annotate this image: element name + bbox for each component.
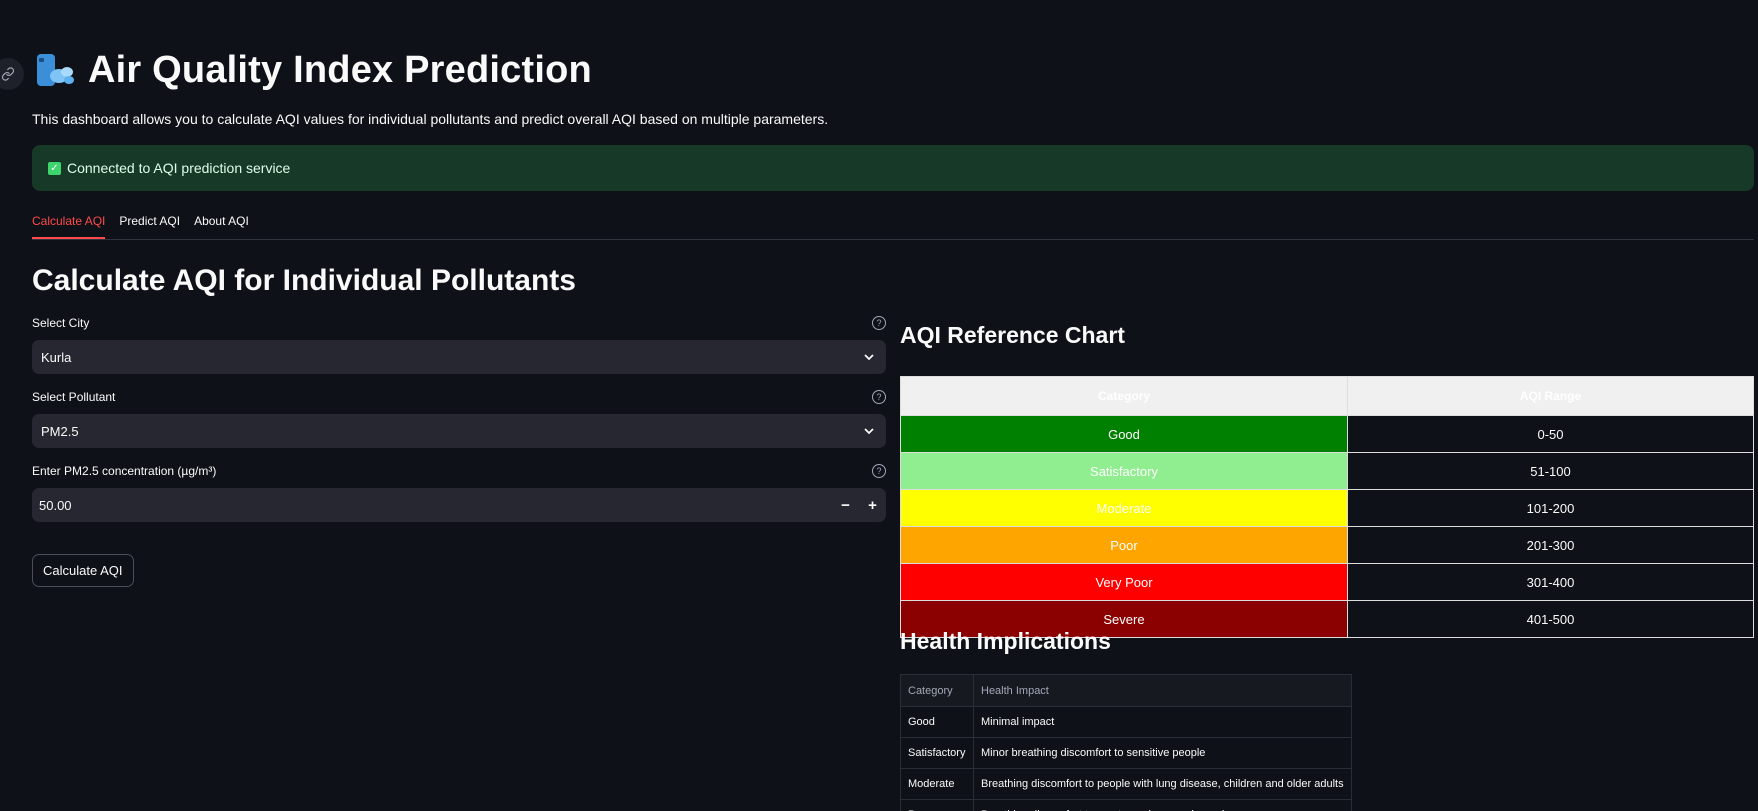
table-row: Moderate 101-200: [900, 489, 1754, 527]
reference-panel: AQI Reference Chart Category AQI Range G…: [900, 316, 1754, 811]
section-title: Calculate AQI for Individual Pollutants: [32, 264, 576, 297]
help-icon[interactable]: ?: [872, 316, 886, 330]
reference-category-cell: Good: [900, 415, 1348, 453]
calculate-aqi-button[interactable]: Calculate AQI: [32, 554, 134, 587]
app-page: Air Quality Index Prediction This dashbo…: [0, 0, 1758, 811]
reference-range-cell: 301-400: [1347, 563, 1754, 601]
health-category-cell: Moderate: [900, 768, 974, 800]
health-impact-cell: Minor breathing discomfort to sensitive …: [973, 737, 1352, 769]
pollutant-select-value: PM2.5: [41, 423, 79, 439]
concentration-value[interactable]: 50.00: [32, 498, 832, 513]
calculator-form: Select City ? Kurla Select Pollutant ? P…: [32, 316, 886, 587]
tab-bar: Calculate AQI Predict AQI About AQI: [32, 209, 1754, 240]
chevron-down-icon: [862, 424, 876, 438]
health-impact-cell: Breathing discomfort to most people on p…: [973, 799, 1352, 811]
table-row: Moderate Breathing discomfort to people w…: [900, 768, 1352, 800]
city-label: Select City ?: [32, 316, 886, 336]
table-row: Satisfactory Minor breathing discomfort t…: [900, 737, 1352, 769]
reference-category-cell: Poor: [900, 526, 1348, 564]
reference-header-category: Category: [900, 376, 1348, 416]
aqi-reference-table: Category AQI Range Good 0-50 Satisfactory 5…: [900, 376, 1754, 638]
health-category-cell: Poor: [900, 799, 974, 811]
pollutant-label-text: Select Pollutant: [32, 390, 116, 404]
health-implications-table: Category Health Impact Good Minimal impac…: [900, 674, 1352, 811]
tab-predict-aqi[interactable]: Predict AQI: [119, 209, 180, 233]
page-header: Air Quality Index Prediction: [32, 48, 592, 92]
reference-range-cell: 201-300: [1347, 526, 1754, 564]
concentration-input[interactable]: 50.00 − +: [32, 488, 886, 522]
health-header-impact: Health Impact: [973, 674, 1352, 707]
health-impact-cell: Breathing discomfort to people with lung…: [973, 768, 1352, 800]
reference-range-cell: 51-100: [1347, 452, 1754, 490]
page-description: This dashboard allows you to calculate A…: [32, 111, 829, 127]
help-icon[interactable]: ?: [872, 390, 886, 404]
city-field: Select City ? Kurla: [32, 316, 886, 374]
reference-category-cell: Very Poor: [900, 563, 1348, 601]
health-title: Health Implications: [900, 628, 1111, 654]
tab-calculate-aqi[interactable]: Calculate AQI: [32, 209, 106, 239]
connection-status-alert: ✓ Connected to AQI prediction service: [32, 145, 1754, 191]
concentration-label: Enter PM2.5 concentration (µg/m³) ?: [32, 464, 886, 484]
reference-range-cell: 401-500: [1347, 600, 1754, 638]
reference-title: AQI Reference Chart: [900, 322, 1125, 348]
tab-about-aqi[interactable]: About AQI: [194, 209, 249, 233]
table-row: Very Poor 301-400: [900, 563, 1754, 601]
increment-button[interactable]: +: [859, 488, 886, 522]
pollutant-select[interactable]: PM2.5: [32, 414, 886, 448]
pollutant-label: Select Pollutant ?: [32, 390, 886, 410]
city-select[interactable]: Kurla: [32, 340, 886, 374]
city-select-value: Kurla: [41, 349, 72, 365]
reference-header-range: AQI Range: [1347, 376, 1754, 416]
table-row: Good 0-50: [900, 415, 1754, 453]
health-category-cell: Satisfactory: [900, 737, 974, 769]
city-label-text: Select City: [32, 316, 90, 330]
decrement-button[interactable]: −: [832, 488, 859, 522]
reference-range-cell: 0-50: [1347, 415, 1754, 453]
table-row: Good Minimal impact: [900, 706, 1352, 738]
concentration-label-text: Enter PM2.5 concentration (µg/m³): [32, 464, 217, 478]
reference-range-cell: 101-200: [1347, 489, 1754, 527]
chevron-down-icon: [862, 350, 876, 364]
reference-category-cell: Moderate: [900, 489, 1348, 527]
pollutant-field: Select Pollutant ? PM2.5: [32, 390, 886, 448]
check-icon: ✓: [48, 161, 61, 175]
table-row: Poor 201-300: [900, 526, 1754, 564]
page-title: Air Quality Index Prediction: [88, 48, 592, 91]
status-message: Connected to AQI prediction service: [67, 160, 291, 176]
concentration-field: Enter PM2.5 concentration (µg/m³) ? 50.0…: [32, 464, 886, 522]
health-impact-cell: Minimal impact: [973, 706, 1352, 738]
health-header-category: Category: [900, 674, 974, 707]
table-row: PoorBreathing discomfort to most people …: [900, 799, 1352, 811]
face-with-mask-icon: [32, 48, 76, 92]
health-category-cell: Good: [900, 706, 974, 738]
reference-category-cell: Satisfactory: [900, 452, 1348, 490]
help-icon[interactable]: ?: [872, 464, 886, 478]
link-icon[interactable]: [0, 58, 24, 90]
table-row: Satisfactory 51-100: [900, 452, 1754, 490]
